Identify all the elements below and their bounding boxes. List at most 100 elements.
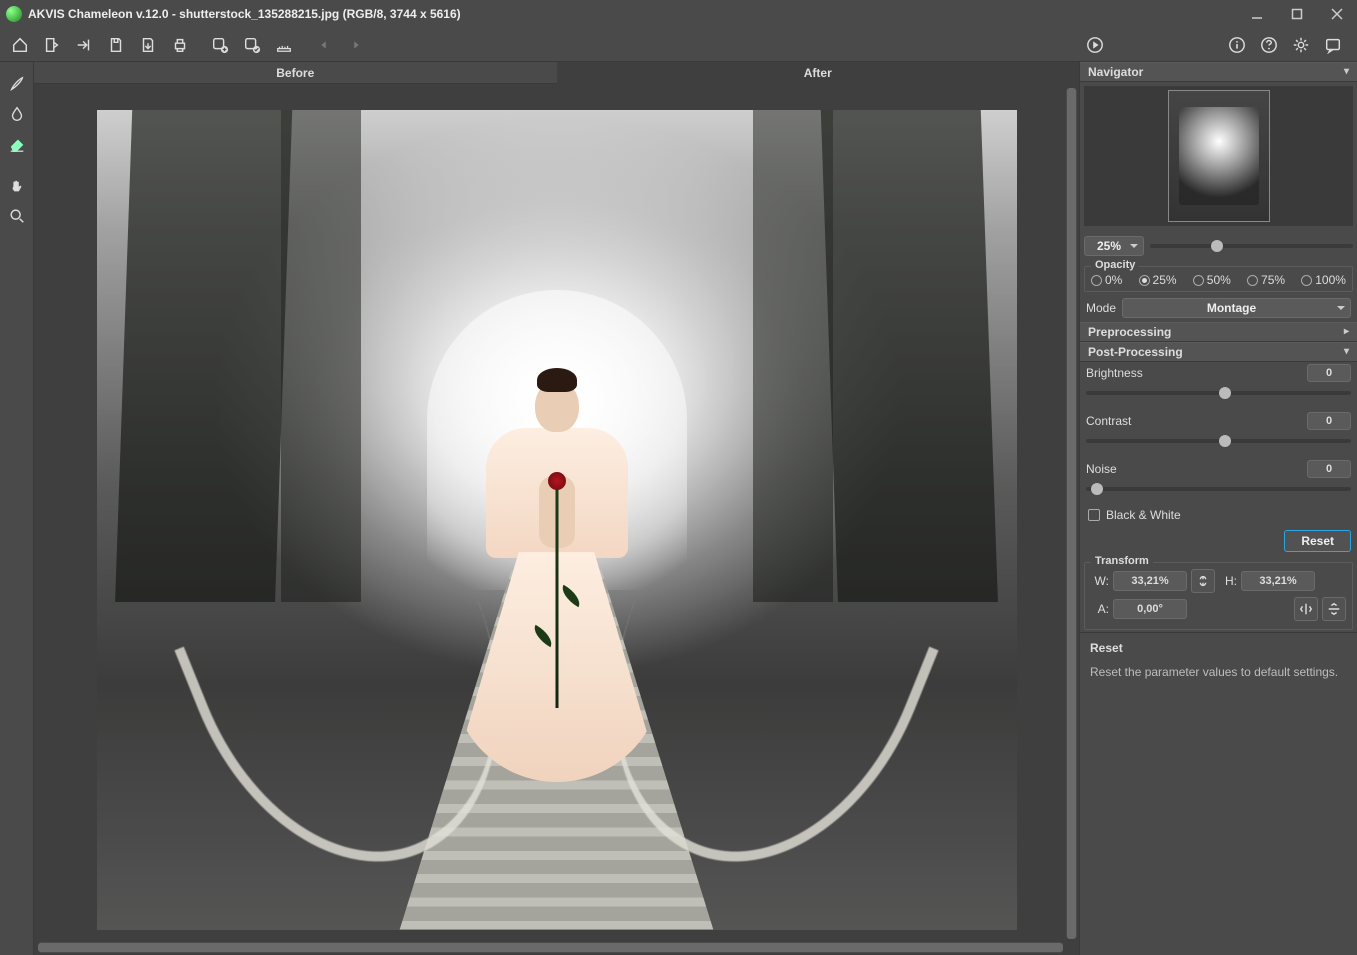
opacity-option-label: 0% (1105, 273, 1122, 287)
print-button[interactable] (166, 31, 194, 59)
horizontal-scrollbar[interactable] (38, 942, 1063, 953)
zoom-slider[interactable] (1150, 239, 1353, 253)
navigator-title: Navigator (1088, 62, 1143, 82)
view-tabs: Before After (34, 62, 1079, 84)
height-input[interactable]: 33,21% (1241, 571, 1315, 591)
navigator-header[interactable]: Navigator ▾ (1080, 62, 1357, 82)
opacity-option-label: 25% (1153, 273, 1177, 287)
close-button[interactable] (1317, 0, 1357, 28)
notify-button[interactable] (1319, 31, 1347, 59)
navigator-preview[interactable] (1084, 86, 1353, 226)
vertical-scrollbar[interactable] (1066, 88, 1077, 939)
drop-tool[interactable] (3, 100, 31, 128)
contrast-value[interactable]: 0 (1307, 412, 1351, 430)
width-input[interactable]: 33,21% (1113, 571, 1187, 591)
help-button[interactable] (1255, 31, 1283, 59)
chevron-right-icon: ▸ (1344, 322, 1349, 342)
mode-label: Mode (1086, 301, 1116, 315)
redo-button[interactable] (342, 31, 370, 59)
opacity-radio-75[interactable]: 75% (1247, 273, 1285, 287)
mode-dropdown[interactable]: Montage (1122, 298, 1351, 318)
mode-row: Mode Montage (1080, 294, 1357, 322)
reset-button[interactable]: Reset (1284, 530, 1351, 552)
tab-before[interactable]: Before (34, 62, 557, 84)
opacity-options: 0% 25% 50% 75% 100% (1091, 273, 1346, 287)
checkbox-box-icon (1088, 509, 1100, 521)
radio-dot-icon (1301, 275, 1312, 286)
canvas-area: Before After (34, 62, 1079, 955)
tab-after[interactable]: After (557, 62, 1080, 84)
zoom-value: 25% (1097, 239, 1121, 253)
share-button[interactable] (70, 31, 98, 59)
radio-dot-icon (1091, 275, 1102, 286)
radio-dot-icon (1193, 275, 1204, 286)
h-label: H: (1219, 574, 1237, 588)
undo-button[interactable] (310, 31, 338, 59)
contrast-param: Contrast 0 (1080, 410, 1357, 458)
eraser-tool[interactable] (3, 130, 31, 158)
preset-save-button[interactable] (238, 31, 266, 59)
brightness-slider[interactable] (1086, 386, 1351, 400)
radio-dot-icon (1139, 275, 1150, 286)
preprocessing-title: Preprocessing (1088, 322, 1171, 342)
preprocessing-header[interactable]: Preprocessing ▸ (1080, 322, 1357, 342)
opacity-radio-100[interactable]: 100% (1301, 273, 1346, 287)
transform-group: Transform W: 33,21% H: 33,21% A: 0,00° (1084, 562, 1353, 630)
postprocessing-header[interactable]: Post-Processing ▾ (1080, 342, 1357, 362)
maximize-button[interactable] (1277, 0, 1317, 28)
opacity-radio-0[interactable]: 0% (1091, 273, 1122, 287)
preset-add-button[interactable] (206, 31, 234, 59)
save-button[interactable] (102, 31, 130, 59)
ruler-button[interactable] (270, 31, 298, 59)
opacity-option-label: 50% (1207, 273, 1231, 287)
angle-input[interactable]: 0,00° (1113, 599, 1187, 619)
chevron-down-icon: ▾ (1344, 62, 1349, 82)
chevron-down-icon: ▾ (1344, 342, 1349, 362)
brightness-param: Brightness 0 (1080, 362, 1357, 410)
settings-button[interactable] (1287, 31, 1315, 59)
noise-label: Noise (1086, 462, 1117, 476)
open-button[interactable] (38, 31, 66, 59)
info-button[interactable] (1223, 31, 1251, 59)
a-label: A: (1091, 602, 1109, 616)
window-title: AKVIS Chameleon v.12.0 - shutterstock_13… (28, 7, 461, 21)
minimize-button[interactable] (1237, 0, 1277, 28)
export-button[interactable] (134, 31, 162, 59)
preview-image (97, 110, 1017, 930)
titlebar: AKVIS Chameleon v.12.0 - shutterstock_13… (0, 0, 1357, 28)
postprocessing-title: Post-Processing (1088, 342, 1183, 362)
noise-value[interactable]: 0 (1307, 460, 1351, 478)
opacity-option-label: 100% (1315, 273, 1346, 287)
hint-body: Reset the parameter values to default se… (1090, 663, 1347, 681)
right-panel: Navigator ▾ 25% Opacity 0%25%50%75%100% … (1079, 62, 1357, 955)
hint-title: Reset (1090, 641, 1347, 655)
contrast-label: Contrast (1086, 414, 1131, 428)
zoom-dropdown[interactable]: 25% (1084, 236, 1144, 256)
zoom-tool[interactable] (3, 202, 31, 230)
bw-label: Black & White (1106, 508, 1181, 522)
opacity-label: Opacity (1091, 259, 1139, 271)
noise-slider[interactable] (1086, 482, 1351, 496)
hand-tool[interactable] (3, 172, 31, 200)
bw-checkbox[interactable]: Black & White (1080, 506, 1357, 528)
zoom-row: 25% (1080, 230, 1357, 262)
link-aspect-button[interactable] (1191, 569, 1215, 593)
navigator-panel (1080, 82, 1357, 230)
canvas[interactable] (34, 84, 1079, 955)
opacity-radio-50[interactable]: 50% (1193, 273, 1231, 287)
flip-vertical-button[interactable] (1322, 597, 1346, 621)
main-toolbar (0, 28, 1357, 62)
hint-panel: Reset Reset the parameter values to defa… (1080, 632, 1357, 955)
opacity-radio-25[interactable]: 25% (1139, 273, 1177, 287)
radio-dot-icon (1247, 275, 1258, 286)
noise-param: Noise 0 (1080, 458, 1357, 506)
brightness-value[interactable]: 0 (1307, 364, 1351, 382)
contrast-slider[interactable] (1086, 434, 1351, 448)
app-logo-icon (6, 6, 22, 22)
flip-horizontal-button[interactable] (1294, 597, 1318, 621)
w-label: W: (1091, 574, 1109, 588)
run-button[interactable] (1081, 31, 1109, 59)
brush-tool[interactable] (3, 70, 31, 98)
navigator-thumbnail (1169, 91, 1269, 221)
home-button[interactable] (6, 31, 34, 59)
